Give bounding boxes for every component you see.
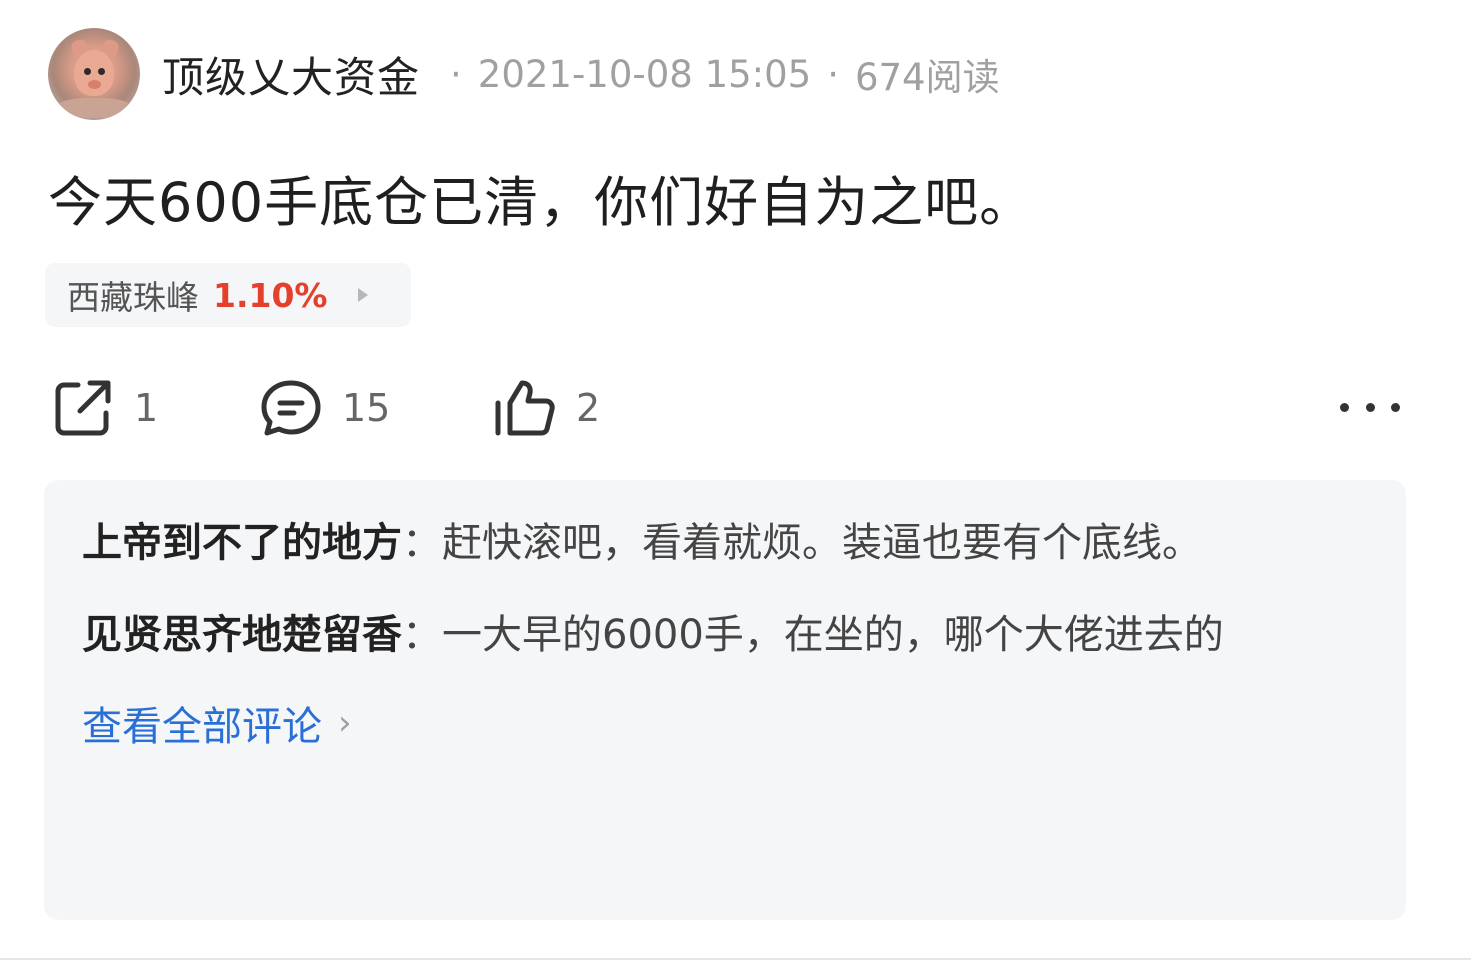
view-all-comments-link[interactable]: 查看全部评论 › <box>82 694 1368 752</box>
share-button[interactable]: 1 <box>50 372 158 444</box>
stock-name: 西藏珠峰 <box>67 278 199 317</box>
comment-author[interactable]: 上帝到不了的地方 <box>82 520 402 566</box>
comments-preview: 上帝到不了的地方：赶快滚吧，看着就烦。装逼也要有个底线。 见贤思齐地楚留香：一大… <box>44 480 1406 920</box>
avatar-eye-left <box>84 68 91 75</box>
post-card: 顶级乂大资金 · 2021-10-08 15:05 · 674阅读 今天600手… <box>0 0 1471 967</box>
comment-item[interactable]: 上帝到不了的地方：赶快滚吧，看着就烦。装逼也要有个底线。 <box>82 510 1368 576</box>
comment-text: 一大早的6000手，在坐的，哪个大佬进去的 <box>442 612 1224 658</box>
avatar-face <box>74 50 114 96</box>
play-arrow-icon <box>357 288 368 302</box>
meta-separator: · <box>827 52 839 96</box>
chevron-right-icon: › <box>338 703 352 743</box>
comment-icon <box>261 380 321 436</box>
read-count: 674阅读 <box>854 56 1000 99</box>
avatar-base <box>58 98 130 118</box>
share-count: 1 <box>134 386 159 430</box>
comment-button[interactable]: 15 <box>258 372 390 444</box>
avatar-eye-right <box>98 68 105 75</box>
stock-tag[interactable]: 西藏珠峰 1.10% <box>45 263 411 327</box>
author-name[interactable]: 顶级乂大资金 <box>162 44 420 105</box>
more-dot <box>1391 402 1400 412</box>
comment-author[interactable]: 见贤思齐地楚留香 <box>82 612 402 658</box>
like-button[interactable]: 2 <box>492 372 600 444</box>
more-icon[interactable] <box>1340 392 1400 422</box>
thumbs-up-icon <box>495 380 555 436</box>
action-bar: 1 15 2 <box>0 372 1471 444</box>
meta-separator: · <box>450 52 462 96</box>
comment-text: 赶快滚吧，看着就烦。装逼也要有个底线。 <box>442 520 1202 566</box>
like-count: 2 <box>576 386 601 430</box>
divider <box>0 958 1471 960</box>
post-content: 今天600手底仓已清，你们好自为之吧。 <box>48 171 1035 234</box>
share-icon <box>55 380 111 436</box>
stock-change: 1.10% <box>213 275 328 315</box>
comment-item[interactable]: 见贤思齐地楚留香：一大早的6000手，在坐的，哪个大佬进去的 <box>82 602 1368 668</box>
view-all-label: 查看全部评论 <box>82 704 322 750</box>
comment-separator: ： <box>402 612 442 658</box>
post-header: 顶级乂大资金 · 2021-10-08 15:05 · 674阅读 <box>48 28 1000 120</box>
post-timestamp: 2021-10-08 15:05 <box>477 52 812 96</box>
comment-separator: ： <box>402 520 442 566</box>
avatar-snout <box>88 80 101 89</box>
more-dot <box>1340 402 1349 412</box>
avatar[interactable] <box>48 28 140 120</box>
post-meta: · 2021-10-08 15:05 · 674阅读 <box>434 47 1000 101</box>
comment-count: 15 <box>342 386 391 430</box>
more-dot <box>1365 402 1375 412</box>
